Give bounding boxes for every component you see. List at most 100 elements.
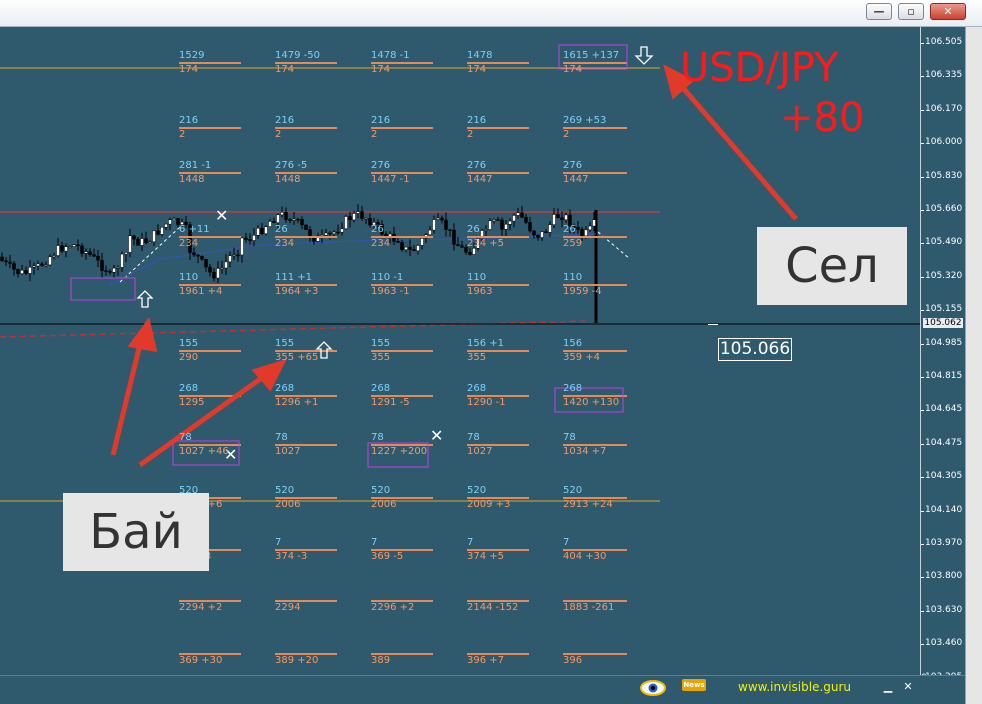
candle-body	[420, 238, 424, 246]
level-value: 1034 +7	[563, 446, 607, 457]
candle-body	[292, 218, 296, 221]
level-value: 1420 +130	[563, 397, 620, 408]
candle-body	[548, 224, 552, 233]
level-value: 389	[371, 655, 391, 666]
level-value: 2	[275, 129, 282, 140]
price-tick-label: 104.815	[925, 371, 963, 381]
level-value: 7	[371, 537, 378, 548]
candle-body	[528, 222, 532, 232]
candle-body	[284, 212, 288, 220]
candle-body	[416, 245, 420, 252]
candle-body	[76, 244, 80, 247]
candle-body	[468, 252, 472, 255]
minimize-button[interactable]: —	[866, 3, 892, 20]
buy-callout: Бай	[63, 493, 209, 571]
level-value: 290	[179, 352, 199, 363]
tick-mark	[921, 276, 924, 278]
level-value: 174	[179, 64, 199, 75]
panel-close-icon[interactable]: ✕	[902, 681, 914, 693]
candle-body	[276, 214, 280, 223]
level-value: 355	[371, 352, 391, 363]
price-tick-label: 105.155	[925, 304, 963, 315]
price-tick-label: 106.000	[925, 137, 963, 148]
price-tick-label: 103.460	[925, 638, 963, 649]
level-value: 78	[275, 432, 288, 443]
price-tick-label: 104.140	[925, 504, 963, 515]
level-value: 2	[371, 129, 378, 140]
candle-body	[324, 232, 328, 236]
candle-body	[44, 264, 48, 267]
candle-body	[440, 217, 444, 221]
candle-body	[300, 219, 304, 226]
tick-mark	[921, 544, 924, 545]
candle-body	[72, 244, 76, 247]
candle-body	[304, 224, 308, 230]
level-value: 268	[179, 383, 199, 394]
level-value: 2296 +2	[371, 602, 415, 613]
level-value: 268	[371, 383, 391, 394]
level-value: 2009 +3	[467, 499, 511, 510]
vertical-scrollbar[interactable]	[965, 27, 982, 704]
level-value: 1963 -1	[371, 286, 410, 297]
candle-body	[4, 260, 8, 263]
tick-mark	[921, 577, 924, 579]
level-value: 1447 -1	[371, 174, 410, 185]
tick-mark	[921, 109, 924, 111]
level-value: 111 +1	[275, 272, 313, 283]
level-value: 1479 -50	[275, 50, 320, 61]
level-value: 276 -5	[275, 160, 308, 171]
candle-body	[448, 229, 452, 231]
eye-icon[interactable]	[640, 679, 666, 697]
tick-mark	[921, 610, 924, 612]
candle-body	[104, 270, 108, 272]
candle-body	[140, 238, 144, 246]
candle-body	[200, 255, 204, 260]
level-value: 234	[371, 238, 391, 249]
level-value: 78	[179, 432, 192, 443]
candle-body	[28, 266, 32, 274]
candle-body	[96, 255, 100, 261]
level-value: 1027 +46	[179, 446, 229, 457]
candle-body	[280, 212, 284, 216]
title-bar: — ▫ ✕	[0, 0, 982, 27]
candle-body	[516, 212, 520, 216]
candle-body	[396, 241, 400, 243]
buy-arrow-up-icon	[136, 290, 154, 308]
price-chart[interactable]: ✕ ✕ ✕ 1529 174 216 2 281 -1 1448 6 +11 234 110 19…	[0, 27, 920, 675]
news-button[interactable]: News	[682, 679, 706, 691]
level-value: 268	[275, 383, 295, 394]
minimize-icon: —	[873, 5, 885, 18]
candle-body	[348, 216, 352, 221]
level-value: 26	[467, 224, 480, 235]
level-underlines	[179, 62, 627, 655]
candle-body	[268, 221, 272, 227]
candle-body	[252, 235, 256, 241]
level-value: 374 +5	[467, 551, 505, 562]
price-tick-label: 106.335	[925, 70, 963, 81]
candle-body	[328, 232, 332, 235]
level-value: 78	[563, 432, 576, 443]
level-value: 216	[467, 115, 487, 126]
candle-body	[232, 254, 236, 257]
level-value: 268	[563, 383, 583, 394]
candle-body	[40, 263, 44, 266]
candle-body	[444, 219, 448, 230]
candle-body	[580, 229, 584, 237]
panel-minimize-icon[interactable]: ▁	[882, 681, 894, 693]
level-value: 2006	[371, 499, 397, 510]
level-value: 2	[179, 129, 186, 140]
price-box-connector	[708, 324, 718, 325]
close-button[interactable]: ✕	[930, 3, 966, 20]
price-tick-label: 105.320	[925, 270, 963, 281]
candle-body	[64, 246, 68, 252]
level-value: 389 +20	[275, 655, 319, 666]
trend-dash-buy	[119, 226, 181, 283]
tick-mark	[921, 343, 924, 345]
restore-button[interactable]: ▫	[898, 3, 924, 20]
candle-body	[432, 219, 436, 231]
candle-body	[536, 234, 540, 238]
site-link[interactable]: www.invisible.guru	[738, 680, 851, 694]
candle-body	[472, 248, 476, 255]
level-value: 520	[467, 485, 487, 496]
price-axis[interactable]: 106.505 106.335 106.170 106.000 105.830 105.6…	[920, 27, 965, 683]
